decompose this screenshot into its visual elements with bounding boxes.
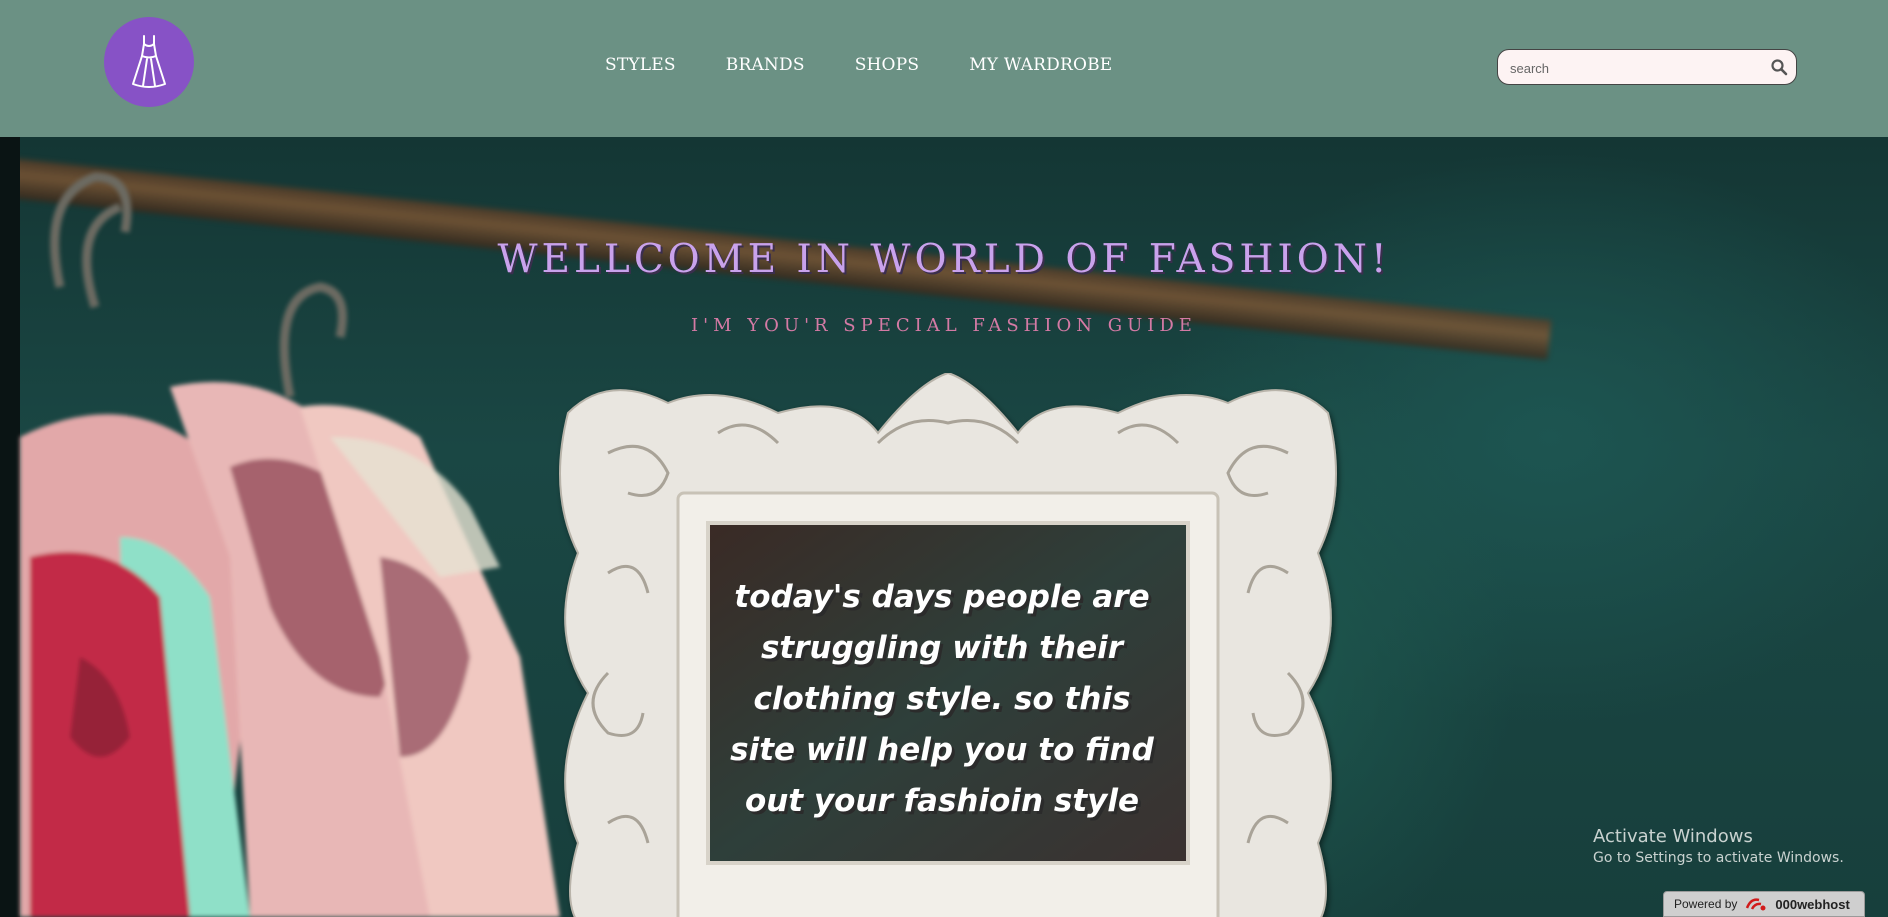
hero-subtitle: I'M YOU'R SPECIAL FASHION GUIDE	[691, 315, 1197, 336]
activate-subtitle: Go to Settings to activate Windows.	[1593, 850, 1844, 866]
nav-styles[interactable]: STYLES	[605, 55, 676, 75]
main-nav: STYLES BRANDS SHOPS MY WARDROBE	[605, 55, 1162, 75]
windows-activation-notice: Activate Windows Go to Settings to activ…	[1593, 826, 1844, 866]
search-icon[interactable]	[1770, 58, 1788, 76]
frame-message: today's days people are struggling with …	[730, 579, 1154, 819]
activate-title: Activate Windows	[1593, 826, 1753, 847]
nav-shops[interactable]: SHOPS	[855, 55, 920, 75]
powered-brand: 000webhost	[1775, 896, 1850, 912]
nav-my-wardrobe[interactable]: MY WARDROBE	[969, 55, 1112, 75]
dress-icon	[132, 35, 166, 88]
site-header: STYLES BRANDS SHOPS MY WARDROBE	[0, 0, 1888, 137]
webhost-logo-icon	[1746, 898, 1766, 911]
powered-by-badge[interactable]: Powered by 000webhost	[1663, 891, 1865, 917]
search-input[interactable]	[1508, 57, 1762, 79]
hero-title: WELLCOME IN WORLD OF FASHION!	[497, 237, 1391, 282]
hero-section: WELLCOME IN WORLD OF FASHION! I'M YOU'R …	[0, 137, 1888, 917]
powered-label: Powered by	[1674, 897, 1738, 911]
search-box	[1497, 49, 1797, 85]
nav-brands[interactable]: BRANDS	[726, 55, 805, 75]
site-logo[interactable]	[104, 17, 194, 107]
